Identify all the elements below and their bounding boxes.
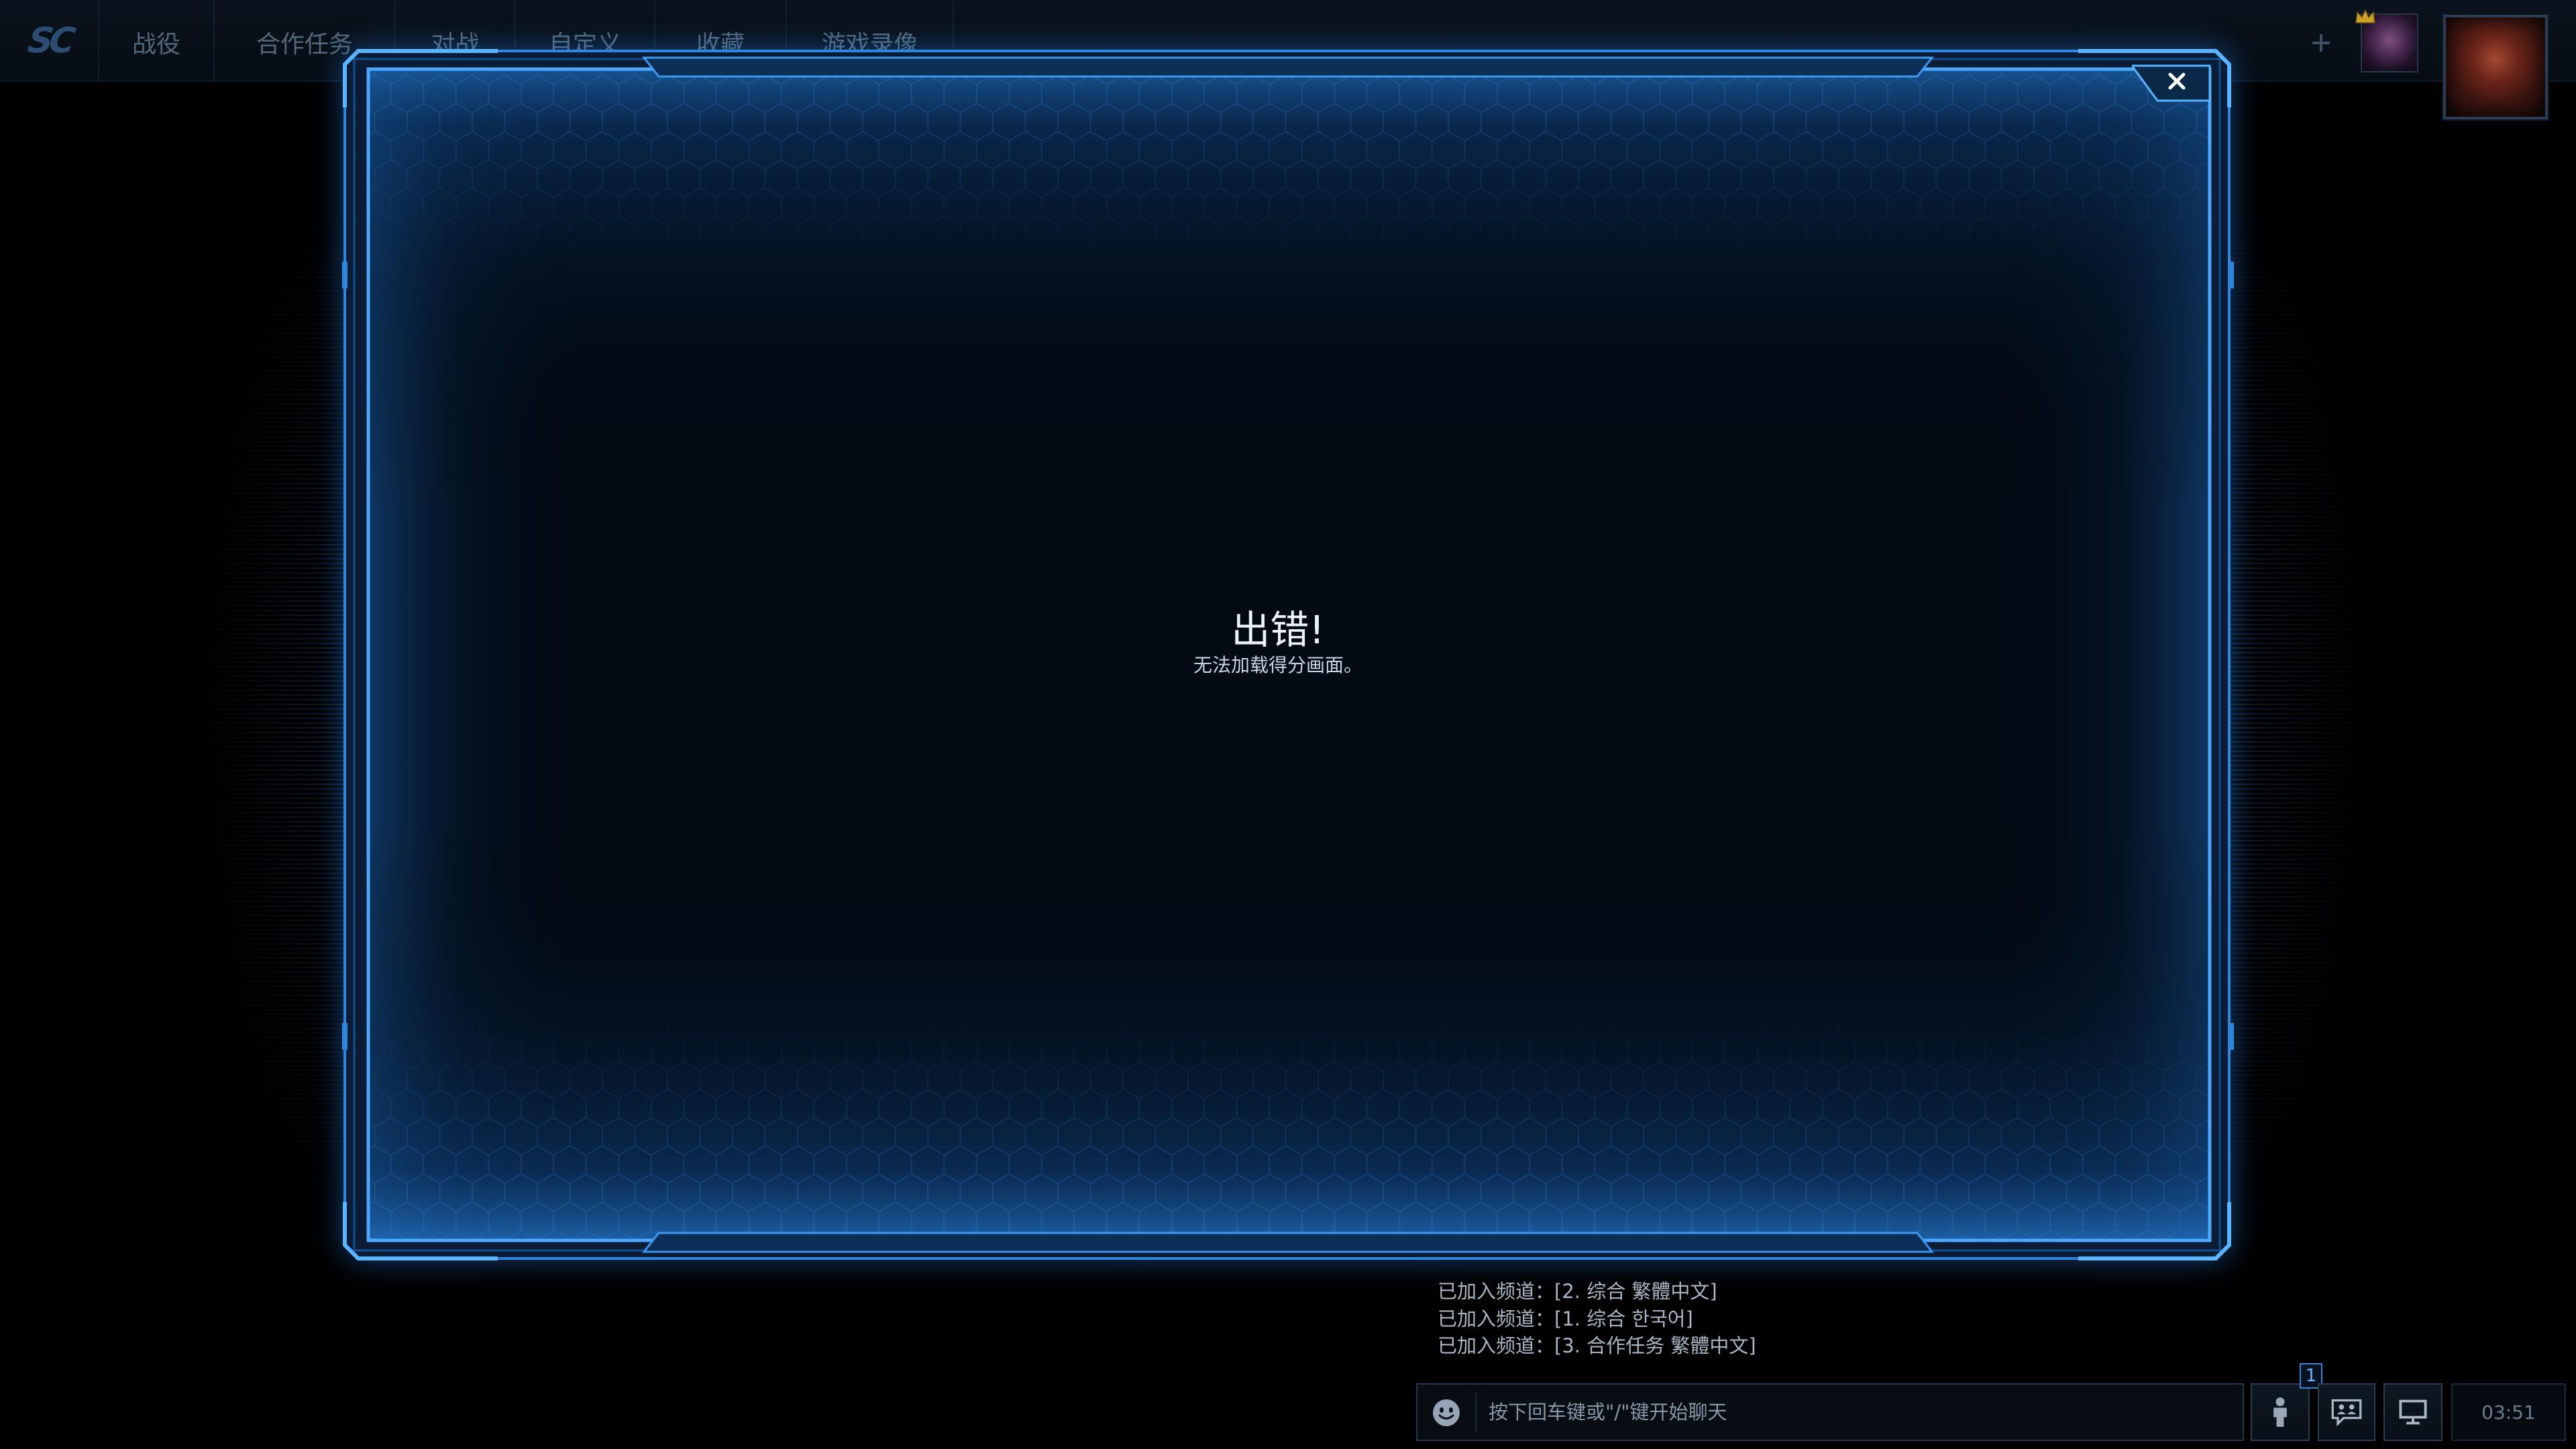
chat-message: 已加入频道：[3. 合作任务 繁體中文] <box>1438 1334 1756 1357</box>
frame-side-tab <box>2229 262 2234 288</box>
chat-input-separator <box>1475 1393 1477 1432</box>
game-logo[interactable]: SC <box>19 20 81 62</box>
frame-side-tab <box>2229 1023 2234 1050</box>
chat-input[interactable] <box>1487 1385 2232 1440</box>
chat-input-bar <box>1416 1383 2244 1441</box>
close-button[interactable] <box>2130 64 2211 102</box>
chat-message: 已加入频道：[1. 综合 한국어] <box>1438 1307 1693 1330</box>
dialog-title: 出错! <box>1231 607 1325 653</box>
dialog-message: 无法加载得分画面。 <box>1193 654 1362 676</box>
chat-message: 已加入频道：[2. 综合 繁體中文] <box>1438 1280 1717 1303</box>
clock: 03:51 <box>2451 1383 2566 1441</box>
nav-item-campaign[interactable]: 战役 <box>99 0 213 80</box>
person-icon <box>2273 1397 2287 1427</box>
smiley-icon[interactable] <box>1431 1397 1462 1428</box>
close-icon <box>2130 64 2211 102</box>
chat-rooms-button[interactable] <box>2318 1383 2375 1441</box>
friends-button[interactable] <box>2251 1383 2310 1441</box>
crown-icon <box>2355 9 2375 23</box>
plus-icon[interactable] <box>2310 32 2332 54</box>
frame-side-tab <box>342 262 347 288</box>
system-menu-button[interactable] <box>2383 1383 2443 1441</box>
player-portrait[interactable] <box>2443 15 2548 119</box>
chat-icon <box>2331 1399 2362 1427</box>
frame-side-tab <box>342 1023 347 1050</box>
left-scanline-glow <box>161 107 362 1301</box>
monitor-icon <box>2399 1399 2427 1425</box>
right-scanline-glow <box>2214 107 2402 1301</box>
